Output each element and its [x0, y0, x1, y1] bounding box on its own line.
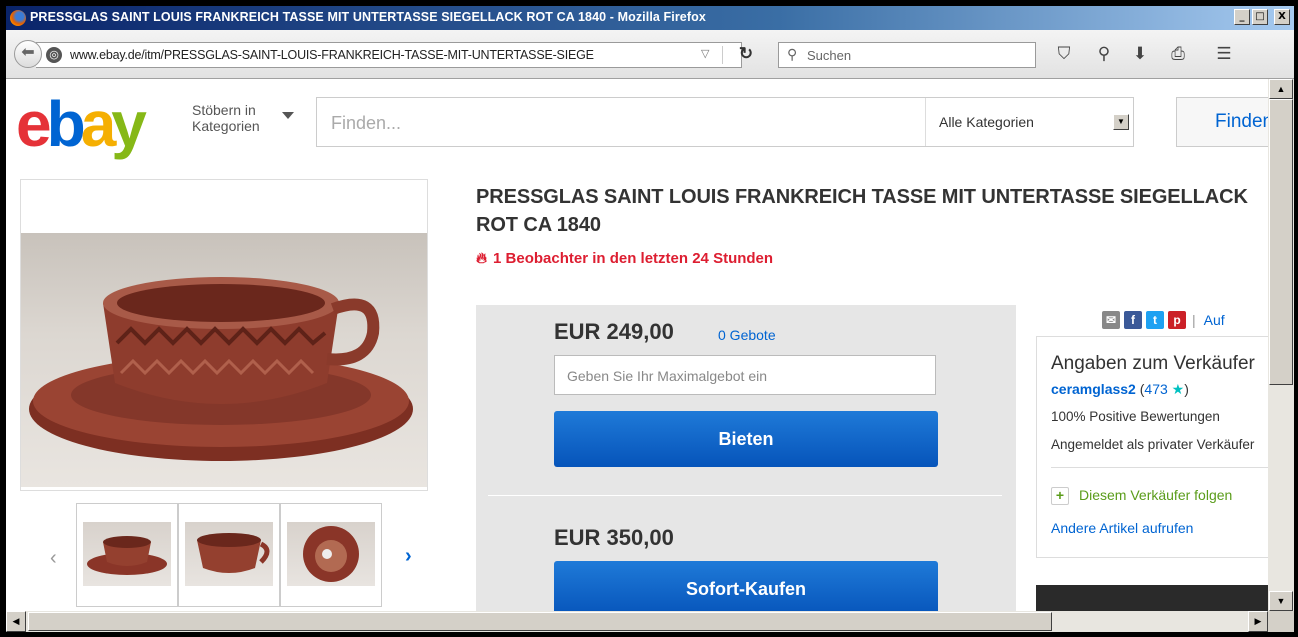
thumbnail-image: [287, 522, 375, 586]
scroll-left-button[interactable]: ◀: [6, 611, 26, 632]
search-glass-icon[interactable]: ⚲: [1092, 44, 1116, 64]
email-icon[interactable]: ✉: [1102, 311, 1120, 329]
thumbnail-3[interactable]: [280, 503, 382, 607]
search-input[interactable]: ⚲ Suchen: [778, 42, 1036, 68]
navigation-toolbar: ◎ www.ebay.de/itm/PRESSGLAS-SAINT-LOUIS-…: [6, 30, 1294, 79]
buy-box: EUR 249,00 0 Gebote Geben Sie Ihr Maxima…: [476, 305, 1016, 611]
seller-type: Angemeldet als privater Verkäufer: [1051, 437, 1255, 452]
search-placeholder: Suchen: [807, 48, 852, 63]
max-bid-placeholder: Geben Sie Ihr Maximalgebot ein: [567, 368, 767, 384]
plus-icon: +: [1051, 487, 1069, 505]
facebook-icon[interactable]: f: [1124, 311, 1142, 329]
chevron-left-icon[interactable]: ‹: [50, 547, 57, 570]
star-icon: ★: [1171, 381, 1185, 397]
find-input[interactable]: Finden... Alle Kategorien ▼: [316, 97, 1134, 147]
seller-name-link[interactable]: ceramglass2: [1051, 381, 1136, 397]
seller-positive: 100% Positive Bewertungen: [1051, 409, 1220, 424]
close-button[interactable]: X: [1274, 9, 1290, 25]
thumbnail-1[interactable]: [76, 503, 178, 607]
minimize-button[interactable]: _: [1234, 9, 1250, 25]
horizontal-scroll-thumb[interactable]: [28, 612, 1052, 631]
watchlist-link[interactable]: Auf: [1204, 312, 1225, 328]
browser-window: PRESSGLAS SAINT LOUIS FRANKREICH TASSE M…: [6, 6, 1294, 632]
back-button[interactable]: ⬅: [14, 40, 42, 68]
print-icon[interactable]: ⎙: [1166, 44, 1190, 64]
buy-now-price: EUR 350,00: [554, 525, 674, 550]
maximize-button[interactable]: □: [1252, 9, 1268, 25]
watchers-notice: 🔥︎ 1 Beobachter in den letzten 24 Stunden: [476, 250, 773, 267]
category-separator: [925, 98, 926, 146]
firefox-icon: [10, 10, 26, 26]
cup-and-saucer-image: [29, 277, 413, 461]
title-bar: PRESSGLAS SAINT LOUIS FRANKREICH TASSE M…: [6, 6, 1294, 30]
flame-icon: 🔥︎: [476, 250, 488, 267]
resize-grip[interactable]: [1268, 611, 1294, 632]
thumbnail-image: [185, 522, 273, 586]
chevron-down-icon[interactable]: [282, 112, 294, 119]
advertisement[interactable]: [1036, 585, 1268, 611]
window-controls: _ □ X: [1234, 9, 1290, 25]
scroll-right-button[interactable]: ▶: [1248, 611, 1268, 632]
vertical-scroll-thumb[interactable]: [1269, 99, 1293, 385]
find-button[interactable]: Finden: [1176, 97, 1268, 147]
horizontal-scrollbar[interactable]: ◀ ▶: [6, 611, 1268, 632]
page-content: ebay Stöbern in Kategorien Finden... All…: [6, 79, 1268, 611]
back-icon: ⬅: [21, 44, 35, 61]
globe-icon[interactable]: ◎: [46, 47, 62, 63]
find-placeholder: Finden...: [331, 113, 402, 133]
category-select[interactable]: Alle Kategorien: [939, 114, 1034, 130]
browse-line2: Kategorien: [192, 118, 260, 134]
menu-icon[interactable]: ☰: [1212, 44, 1236, 64]
seller-info-box: Angaben zum Verkäufer ceramglass2 (473 ★…: [1036, 336, 1268, 558]
seller-name-line: ceramglass2 (473 ★): [1051, 381, 1189, 397]
main-product-image[interactable]: [20, 179, 428, 491]
seller-divider: [1051, 467, 1268, 468]
vertical-scrollbar[interactable]: ▲ ▼: [1268, 79, 1294, 611]
item-title: PRESSGLAS SAINT LOUIS FRANKREICH TASSE M…: [476, 186, 1248, 236]
ebay-logo[interactable]: ebay: [16, 92, 147, 156]
product-photo: [21, 233, 427, 487]
download-icon[interactable]: ⬇: [1128, 44, 1152, 64]
pinterest-icon[interactable]: p: [1168, 311, 1186, 329]
reload-icon[interactable]: ↻: [731, 43, 761, 67]
twitter-icon[interactable]: t: [1146, 311, 1164, 329]
scroll-down-button[interactable]: ▼: [1269, 591, 1293, 611]
follow-text: Diesem Verkäufer folgen: [1079, 487, 1233, 503]
share-separator: |: [1192, 312, 1196, 328]
scroll-up-button[interactable]: ▲: [1269, 79, 1293, 99]
url-separator: [722, 46, 723, 64]
share-bar: ✉ f t p | Auf: [1102, 311, 1225, 329]
chevron-right-icon[interactable]: ›: [405, 545, 412, 568]
url-bar[interactable]: ◎ www.ebay.de/itm/PRESSGLAS-SAINT-LOUIS-…: [36, 42, 742, 68]
bids-link[interactable]: 0 Gebote: [718, 327, 776, 343]
browse-line1: Stöbern in: [192, 102, 256, 118]
browse-categories[interactable]: Stöbern in Kategorien: [192, 102, 260, 134]
url-dropdown-icon[interactable]: ▽: [701, 47, 709, 60]
other-items-link[interactable]: Andere Artikel aufrufen: [1051, 520, 1193, 536]
category-dropdown-icon[interactable]: ▼: [1113, 114, 1129, 130]
seller-heading: Angaben zum Verkäufer: [1051, 353, 1255, 374]
watchers-text: 1 Beobachter in den letzten 24 Stunden: [493, 250, 774, 267]
search-icon: ⚲: [787, 46, 798, 62]
window-title: PRESSGLAS SAINT LOUIS FRANKREICH TASSE M…: [30, 10, 706, 24]
bid-button[interactable]: Bieten: [554, 411, 938, 467]
pocket-icon[interactable]: ⛉: [1052, 44, 1076, 64]
buy-now-button[interactable]: Sofort-Kaufen: [554, 561, 938, 611]
thumbnail-image: [83, 522, 171, 586]
max-bid-input[interactable]: Geben Sie Ihr Maximalgebot ein: [554, 355, 936, 395]
auction-price: EUR 249,00: [554, 319, 674, 344]
follow-seller-link[interactable]: + Diesem Verkäufer folgen: [1051, 487, 1232, 505]
buybox-divider: [488, 495, 1002, 496]
seller-score[interactable]: 473: [1144, 381, 1167, 397]
thumbnail-2[interactable]: [178, 503, 280, 607]
url-text[interactable]: www.ebay.de/itm/PRESSGLAS-SAINT-LOUIS-FR…: [70, 48, 710, 62]
